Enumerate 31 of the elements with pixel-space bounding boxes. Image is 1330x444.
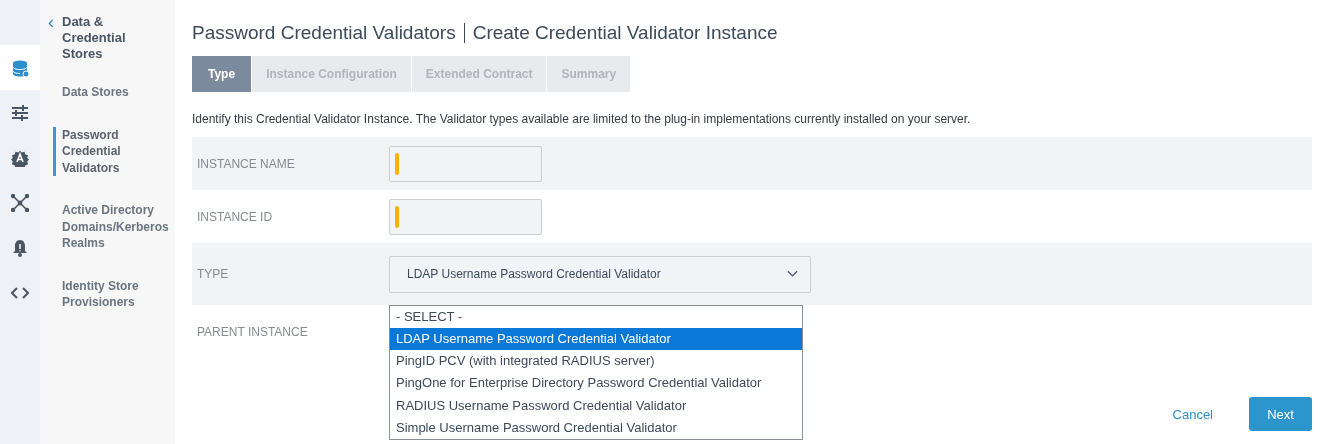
field-label: TYPE — [196, 267, 230, 281]
sidebar-item[interactable]: Data Stores — [53, 84, 175, 101]
dropdown-option[interactable]: PingID PCV (with integrated RADIUS server) — [390, 350, 802, 373]
field-label: PARENT INSTANCE — [196, 324, 309, 339]
type-dropdown[interactable]: LDAP Username Password Credential Validator — [389, 255, 811, 293]
input-field[interactable] — [389, 198, 542, 235]
section-title: Data & Credential Stores — [62, 14, 127, 62]
page-subtitle: Create Credential Validator Instance — [463, 23, 778, 43]
page-title: Password Credential Validators — [192, 22, 456, 44]
dropdown-option[interactable]: - SELECT - — [390, 305, 802, 328]
bell-icon — [11, 238, 29, 257]
network-icon — [11, 193, 29, 212]
dropdown-option[interactable]: Simple Username Password Credential Validator — [390, 417, 802, 440]
dropdown-option[interactable]: PingOne for Enterprise Directory Password Credential Validator — [390, 372, 802, 395]
sidebar-item[interactable]: Identity Store Provisioners — [53, 277, 175, 311]
gear-icon — [11, 148, 29, 167]
chevron-icon — [787, 270, 798, 278]
input-field[interactable] — [389, 145, 542, 182]
next-button[interactable]: Next — [1249, 397, 1312, 431]
sliders-icon — [11, 103, 29, 122]
dropdown-option[interactable]: RADIUS Username Password Credential Validator — [390, 394, 802, 417]
dropdown-option[interactable]: LDAP Username Password Credential Validator — [390, 327, 802, 351]
cancel-link[interactable]: Cancel — [1172, 406, 1213, 422]
sidebar-item[interactable]: Active Directory Domains/Kerberos Realms — [53, 202, 175, 252]
wizard-tab[interactable]: Type — [192, 56, 252, 92]
field-label: INSTANCE ID — [196, 209, 274, 224]
sidebar-item[interactable]: Password Credential Validators — [53, 126, 175, 176]
back-icon[interactable]: ‹ — [48, 14, 62, 30]
database-icon — [11, 58, 29, 77]
description-text: Identify this Credential Validator Instance. The Validator types available are limited to the plug-in implementations currently installed on your server. — [192, 112, 972, 126]
field-label: INSTANCE NAME — [196, 156, 296, 171]
